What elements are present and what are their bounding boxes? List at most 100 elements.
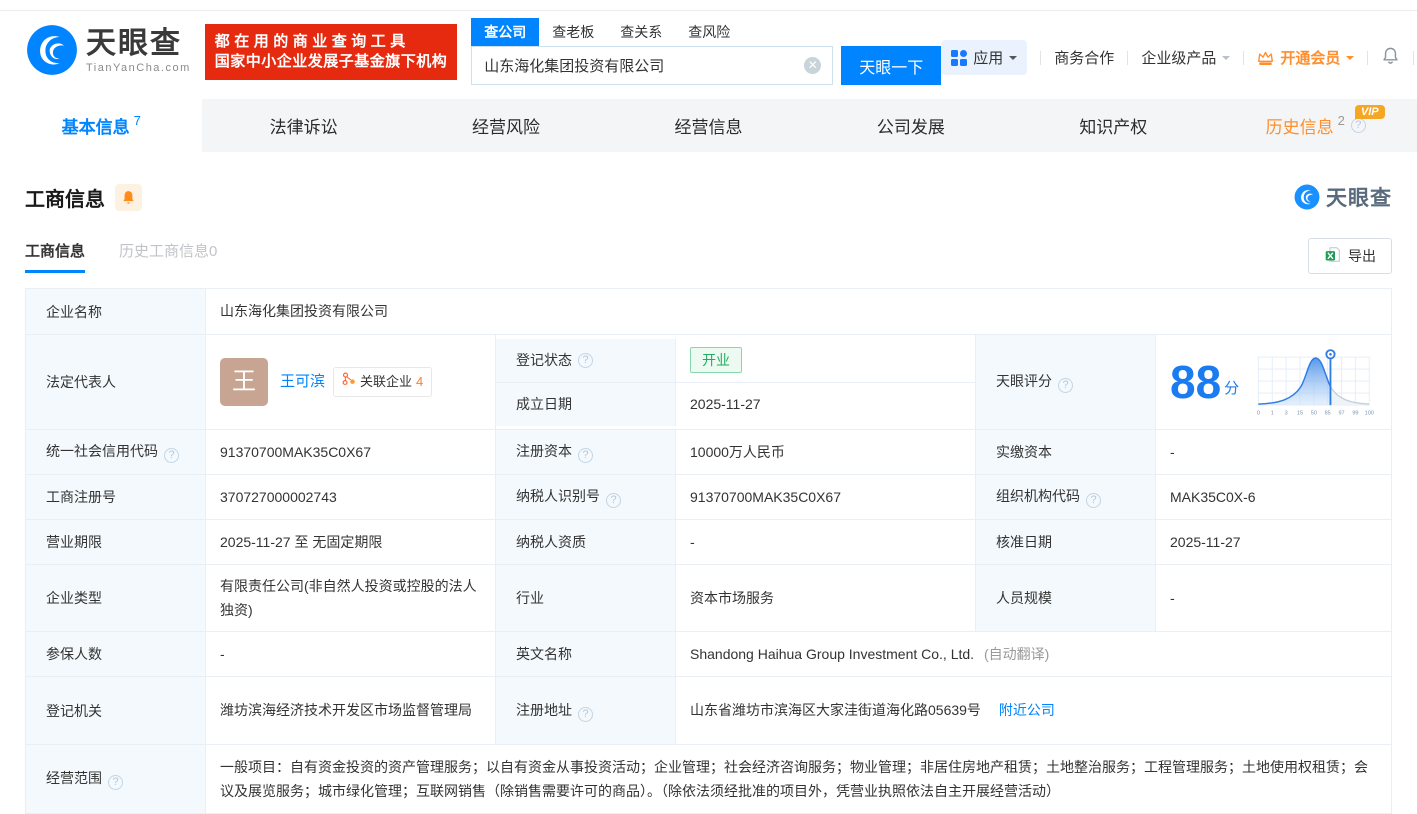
field-value-tianyan-score: 88 分 0 1 3 15 50 85 97 99 100 bbox=[1155, 334, 1392, 430]
field-value-credit-code: 91370700MAK35C0X67 bbox=[205, 429, 496, 475]
chevron-down-icon bbox=[1346, 55, 1355, 64]
score-unit: 分 bbox=[1224, 379, 1240, 397]
field-label-business-scope: 经营范围? bbox=[25, 744, 206, 814]
tab-history-info[interactable]: VIP 历史信息 2 ? bbox=[1215, 99, 1417, 152]
search-tab-company[interactable]: 查公司 bbox=[471, 18, 540, 46]
svg-text:97: 97 bbox=[1339, 410, 1345, 416]
field-value-registered-capital: 10000万人民币 bbox=[675, 429, 976, 475]
related-companies-badge[interactable]: 关联企业 4 bbox=[333, 366, 433, 398]
search-button[interactable]: 天眼一下 bbox=[841, 46, 942, 85]
table-row: 参保人数 - 英文名称 Shandong Haihua Group Invest… bbox=[25, 631, 1392, 677]
field-value-taxpayer-id: 91370700MAK35C0X67 bbox=[675, 474, 976, 520]
divider bbox=[1127, 50, 1129, 65]
svg-text:3: 3 bbox=[1285, 410, 1288, 416]
status-badge: 开业 bbox=[690, 347, 742, 373]
help-icon[interactable]: ? bbox=[578, 352, 593, 368]
main-content: 工商信息 天眼查 工商信息 历史工商信息0 导出 企业名称 山东海化集团投资有限… bbox=[0, 182, 1417, 814]
help-icon[interactable]: ? bbox=[164, 448, 179, 463]
tianyancha-logo[interactable]: 天眼查 TianYanCha.com bbox=[26, 24, 191, 79]
field-label-company-name: 企业名称 bbox=[25, 288, 206, 335]
vip-badge: VIP bbox=[1354, 105, 1385, 119]
svg-text:0: 0 bbox=[1257, 410, 1260, 416]
table-row: 经营范围? 一般项目：自有资金投资的资产管理服务；以自有资金从事投资活动；企业管… bbox=[25, 744, 1392, 814]
divider bbox=[1243, 50, 1245, 65]
field-value-staff-size: - bbox=[1155, 564, 1392, 632]
enterprise-products-menu[interactable]: 企业级产品 bbox=[1141, 47, 1231, 68]
field-label-taxpayer-id: 纳税人识别号? bbox=[495, 474, 676, 520]
search-tab-risk[interactable]: 查风险 bbox=[675, 18, 743, 46]
field-value-company-type: 有限责任公司(非自然人投资或控股的法人独资) bbox=[205, 564, 496, 632]
subscribe-bell-icon[interactable] bbox=[115, 183, 142, 211]
field-value-paid-capital: - bbox=[1155, 429, 1392, 475]
tianyancha-watermark-icon bbox=[1294, 184, 1320, 210]
search-input[interactable] bbox=[471, 46, 834, 85]
tianyancha-logo-icon bbox=[26, 24, 78, 79]
svg-text:50: 50 bbox=[1311, 410, 1317, 416]
tab-legal-proceedings[interactable]: 法律诉讼 bbox=[202, 99, 404, 152]
apps-menu-label: 应用 bbox=[973, 50, 1004, 67]
table-row: 企业类型 有限责任公司(非自然人投资或控股的法人独资) 行业 资本市场服务 人员… bbox=[25, 564, 1392, 632]
subtab-history-business-info[interactable]: 历史工商信息0 bbox=[119, 240, 217, 273]
field-label-english-name: 英文名称 bbox=[495, 631, 676, 677]
field-label-industry: 行业 bbox=[495, 564, 676, 632]
field-label-registered-capital: 注册资本? bbox=[495, 429, 676, 475]
score-number: 88 bbox=[1170, 356, 1222, 408]
crown-icon bbox=[1257, 50, 1274, 65]
company-nav-tabs: 基本信息 7 法律诉讼 经营风险 经营信息 公司发展 知识产权 VIP 历史信息… bbox=[0, 99, 1417, 152]
field-label-staff-size: 人员规模 bbox=[975, 564, 1156, 632]
search-tab-boss[interactable]: 查老板 bbox=[539, 18, 607, 46]
help-icon[interactable]: ? bbox=[578, 448, 593, 463]
field-label-registration-authority: 登记机关 bbox=[25, 676, 206, 745]
svg-text:99: 99 bbox=[1353, 410, 1359, 416]
field-value-registration-status: 开业 bbox=[676, 338, 975, 382]
tab-intellectual-property[interactable]: 知识产权 bbox=[1012, 99, 1214, 152]
table-row: 统一社会信用代码? 91370700MAK35C0X67 注册资本? 10000… bbox=[25, 429, 1392, 475]
legal-rep-link[interactable]: 王可滨 bbox=[280, 369, 325, 395]
section-title: 工商信息 bbox=[25, 188, 105, 211]
subtab-business-info[interactable]: 工商信息 bbox=[25, 240, 86, 273]
divider bbox=[1413, 50, 1415, 65]
site-header: 天眼查 TianYanCha.com 都在用的商业查询工具 国家中小企业发展子基… bbox=[0, 10, 1417, 93]
tab-basic-info[interactable]: 基本信息 7 bbox=[0, 99, 203, 152]
top-menu: 应用 商务合作 企业级产品 开通会员 bbox=[941, 40, 1417, 75]
tab-operating-risk[interactable]: 经营风险 bbox=[405, 99, 607, 152]
search-tab-relation[interactable]: 查关系 bbox=[607, 18, 675, 46]
svg-text:100: 100 bbox=[1365, 410, 1374, 416]
cooperation-link[interactable]: 商务合作 bbox=[1054, 47, 1114, 68]
subtabs-row: 工商信息 历史工商信息0 导出 bbox=[25, 238, 1392, 274]
nearby-companies-link[interactable]: 附近公司 bbox=[999, 702, 1055, 718]
help-icon[interactable]: ? bbox=[1350, 118, 1366, 133]
field-label-registration-status: 登记状态? bbox=[496, 338, 676, 382]
field-value-registration-number: 370727000002743 bbox=[205, 474, 496, 520]
slogan-line-1: 都在用的商业查询工具 bbox=[214, 33, 410, 50]
apps-menu[interactable]: 应用 bbox=[941, 40, 1028, 75]
field-label-credit-code: 统一社会信用代码? bbox=[25, 429, 206, 475]
vip-membership-menu[interactable]: 开通会员 bbox=[1257, 47, 1355, 68]
legal-rep-avatar[interactable]: 王 bbox=[220, 358, 268, 406]
org-chart-icon bbox=[342, 371, 356, 394]
field-label-legal-rep: 法定代表人 bbox=[25, 334, 206, 430]
field-label-approval-date: 核准日期 bbox=[975, 519, 1156, 565]
tab-business-information[interactable]: 经营信息 bbox=[607, 99, 809, 152]
field-value-business-scope: 一般项目：自有资金投资的资产管理服务；以自有资金从事投资活动；企业管理；社会经济… bbox=[205, 744, 1392, 814]
tab-company-development[interactable]: 公司发展 bbox=[810, 99, 1012, 152]
divider bbox=[1367, 50, 1369, 65]
field-value-approval-date: 2025-11-27 bbox=[1155, 519, 1392, 565]
svg-text:15: 15 bbox=[1297, 410, 1303, 416]
help-icon[interactable]: ? bbox=[606, 493, 621, 508]
notifications-button[interactable] bbox=[1381, 46, 1400, 69]
app-grid-icon bbox=[951, 49, 968, 66]
field-label-registered-address: 注册地址? bbox=[495, 676, 676, 745]
help-icon[interactable]: ? bbox=[578, 706, 593, 722]
help-icon[interactable]: ? bbox=[108, 775, 123, 790]
chevron-down-icon bbox=[1222, 55, 1231, 64]
field-label-company-type: 企业类型 bbox=[25, 564, 206, 632]
field-label-tianyan-score: 天眼评分? bbox=[975, 334, 1156, 430]
auto-translate-note: (自动翻译) bbox=[983, 645, 1050, 662]
field-value-insured-count: - bbox=[205, 631, 496, 677]
tab-count: 7 bbox=[133, 113, 141, 128]
export-button[interactable]: 导出 bbox=[1308, 238, 1392, 274]
help-icon[interactable]: ? bbox=[1058, 378, 1073, 393]
help-icon[interactable]: ? bbox=[1086, 493, 1101, 508]
field-label-taxpayer-quality: 纳税人资质 bbox=[495, 519, 676, 565]
